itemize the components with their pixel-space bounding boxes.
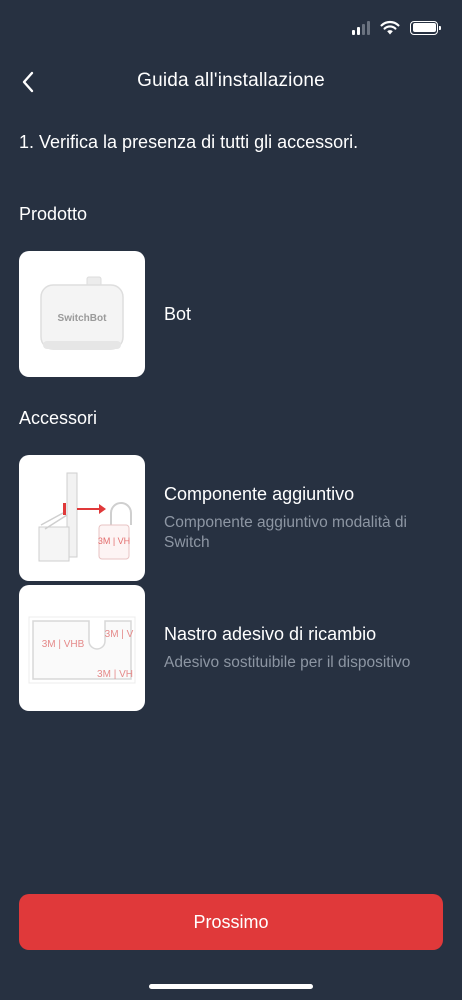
product-name: Bot	[164, 303, 192, 324]
tape-image: 3M | VHB 3M | V 3M | VH	[19, 585, 145, 711]
bot-logo-text: SwitchBot	[58, 313, 108, 324]
product-item-text: Bot	[164, 304, 191, 325]
home-indicator	[149, 984, 313, 989]
section-title-accessories: Accessori	[19, 408, 98, 428]
next-button[interactable]: Prossimo	[19, 894, 443, 950]
step-instruction: 1. Verifica la presenza di tutti gli acc…	[19, 132, 359, 152]
battery-icon	[410, 20, 441, 35]
status-bar	[0, 0, 462, 56]
accessory-name: Nastro adesivo di ricambio	[164, 623, 377, 644]
bot-image: SwitchBot	[19, 251, 145, 377]
header: Guida all'installazione	[0, 56, 462, 108]
accessory-text-addon: Componente aggiuntivo Componente aggiunt…	[164, 484, 439, 553]
addon-image-label: 3M | VH	[98, 536, 130, 546]
accessory-text-tape: Nastro adesivo di ricambio Adesivo sosti…	[164, 624, 410, 673]
accessory-description: Componente aggiuntivo modalità di Switch	[164, 513, 407, 551]
tape-image-label: 3M | VHB	[42, 639, 85, 650]
accessory-item-addon: 3M | VH Componente aggiuntivo Componente…	[19, 455, 439, 581]
svg-text:3M | V: 3M | V	[105, 629, 134, 640]
section-title-product: Prodotto	[19, 204, 88, 224]
accessory-item-tape: 3M | VHB 3M | V 3M | VH Nastro adesivo d…	[19, 585, 439, 711]
svg-text:3M | VH: 3M | VH	[97, 669, 133, 680]
status-icons	[352, 20, 441, 35]
accessory-name: Componente aggiuntivo	[164, 483, 355, 504]
wifi-icon	[380, 20, 400, 35]
addon-image: 3M | VH	[19, 455, 145, 581]
cellular-signal-icon	[352, 20, 370, 35]
page-title: Guida all'installazione	[137, 70, 325, 91]
product-item-bot: SwitchBot Bot	[19, 251, 439, 377]
accessory-description: Adesivo sostituibile per il dispositivo	[164, 653, 411, 671]
